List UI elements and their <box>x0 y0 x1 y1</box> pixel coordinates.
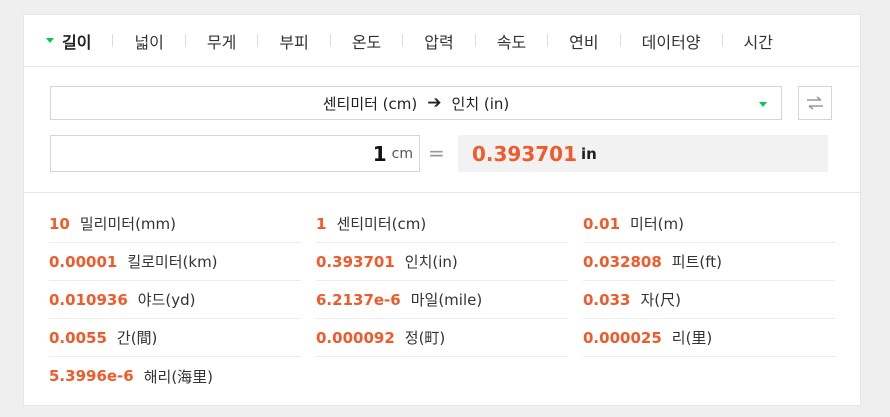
result-number: 10 <box>49 214 70 233</box>
amount-value: 1 <box>372 141 387 166</box>
result-unit-name: 피트(ft) <box>671 253 722 271</box>
results-row: 0.0055 간(間) 0.000092 정(町) 0.000025 리(里) <box>49 319 839 357</box>
tab-divider <box>184 34 186 47</box>
list-item: 0.033 자(尺) <box>583 281 835 319</box>
result-number: 0.033 <box>583 290 631 309</box>
tab-divider <box>402 34 404 47</box>
result-number: 0.00001 <box>49 252 118 271</box>
list-item: 6.2137e-6 마일(mile) <box>316 281 568 319</box>
list-item: 0.393701 인치(in) <box>316 243 568 281</box>
tab-label: 압력 <box>424 32 454 52</box>
result-unit-name: 밀리미터(mm) <box>79 215 177 233</box>
list-item: 1 센티미터(cm) <box>316 205 568 243</box>
result-unit-name: 센티미터(cm) <box>336 215 427 233</box>
result-unit-name: 간(間) <box>116 329 158 347</box>
tab-divider <box>329 34 331 47</box>
tab-label: 길이 <box>62 32 92 52</box>
results-row: 5.3996e-6 해리(海里) <box>49 357 839 395</box>
tab-label: 넓이 <box>134 32 164 52</box>
result-unit-name: 마일(mile) <box>410 291 483 309</box>
result-unit-name: 킬로미터(km) <box>127 253 218 271</box>
results-row: 0.00001 킬로미터(km) 0.393701 인치(in) 0.032808 피… <box>49 243 839 281</box>
list-item: 0.010936 야드(yd) <box>49 281 301 319</box>
result-unit-name: 인치(in) <box>404 253 458 271</box>
result-value: 0.393701 <box>472 141 578 166</box>
list-item: 10 밀리미터(mm) <box>49 205 301 243</box>
result-number: 0.000025 <box>583 328 662 347</box>
result-number: 0.000092 <box>316 328 395 347</box>
amount-input[interactable]: 1 cm <box>50 135 420 172</box>
tab-temperature[interactable]: 온도 <box>352 29 381 53</box>
result-output: 0.393701 in <box>458 135 828 172</box>
tab-pressure[interactable]: 압력 <box>424 29 453 53</box>
result-number: 0.032808 <box>583 252 662 271</box>
list-item: 0.00001 킬로미터(km) <box>49 243 301 281</box>
tab-label: 연비 <box>569 32 599 52</box>
caret-down-icon <box>759 102 767 107</box>
unit-category-tabs: 길이 넓이 무게 부피 온도 압력 속도 연비 데이터양 시간 <box>24 15 860 67</box>
result-unit: in <box>581 144 597 163</box>
results-row: 0.010936 야드(yd) 6.2137e-6 마일(mile) 0.033 자(… <box>49 281 839 319</box>
tab-label: 시간 <box>743 32 773 52</box>
to-unit-label: 인치 (in) <box>451 94 510 113</box>
list-item: 0.000092 정(町) <box>316 319 568 357</box>
tab-label: 온도 <box>351 32 382 52</box>
result-number: 6.2137e-6 <box>316 290 401 309</box>
unit-converter-card: 길이 넓이 무게 부피 온도 압력 속도 연비 데이터양 시간 센티미터 (cm… <box>23 14 861 406</box>
tab-divider <box>474 34 476 47</box>
list-item: 0.0055 간(間) <box>49 319 301 357</box>
result-unit-name: 자(尺) <box>640 291 681 309</box>
amount-unit: cm <box>391 145 413 162</box>
result-number: 0.393701 <box>316 252 395 271</box>
tab-volume[interactable]: 부피 <box>279 29 308 53</box>
section-divider <box>24 192 860 193</box>
tab-length[interactable]: 길이 <box>46 29 91 53</box>
tab-weight[interactable]: 무게 <box>207 29 236 53</box>
tab-label: 무게 <box>206 32 237 52</box>
tab-divider <box>257 34 259 47</box>
from-unit-label: 센티미터 (cm) <box>322 94 418 113</box>
tab-speed[interactable]: 속도 <box>497 29 526 53</box>
unit-pair-select[interactable]: 센티미터 (cm) ➔ 인치 (in) <box>50 86 782 120</box>
equals-sign: = <box>428 141 445 165</box>
conversion-results-list: 10 밀리미터(mm) 1 센티미터(cm) 0.01 미터(m) 0.00001 킬로… <box>49 205 839 395</box>
tab-label: 속도 <box>496 32 527 52</box>
list-item: 0.000025 리(里) <box>583 319 835 357</box>
result-number: 0.010936 <box>49 290 128 309</box>
list-item: 0.032808 피트(ft) <box>583 243 835 281</box>
result-unit-name: 정(町) <box>404 329 446 347</box>
tab-label: 부피 <box>279 32 309 52</box>
converter-panel: 센티미터 (cm) ➔ 인치 (in) 1 cm = 0.393701 in <box>24 68 860 192</box>
tab-area[interactable]: 넓이 <box>134 29 163 53</box>
tab-time[interactable]: 시간 <box>744 29 773 53</box>
result-number: 0.0055 <box>49 328 107 347</box>
result-number: 1 <box>316 214 327 233</box>
result-number: 0.01 <box>583 214 621 233</box>
result-unit-name: 미터(m) <box>630 215 684 233</box>
result-unit-name: 리(里) <box>671 329 713 347</box>
list-item: 5.3996e-6 해리(海里) <box>49 357 301 395</box>
results-row: 10 밀리미터(mm) 1 센티미터(cm) 0.01 미터(m) <box>49 205 839 243</box>
list-item: 0.01 미터(m) <box>583 205 835 243</box>
arrow-right-icon: ➔ <box>427 93 442 113</box>
swap-arrows-icon <box>807 96 823 110</box>
result-unit-name: 해리(海里) <box>143 367 214 386</box>
caret-down-icon <box>46 38 54 43</box>
result-number: 5.3996e-6 <box>49 367 134 385</box>
result-unit-name: 야드(yd) <box>137 291 196 309</box>
tab-data-size[interactable]: 데이터양 <box>642 29 701 53</box>
tab-label: 데이터양 <box>641 32 701 52</box>
swap-units-button[interactable] <box>798 86 832 120</box>
tab-divider <box>112 34 114 47</box>
tab-divider <box>721 34 723 47</box>
tab-fuel-efficiency[interactable]: 연비 <box>569 29 598 53</box>
tab-divider <box>547 34 549 47</box>
tab-divider <box>619 34 621 47</box>
